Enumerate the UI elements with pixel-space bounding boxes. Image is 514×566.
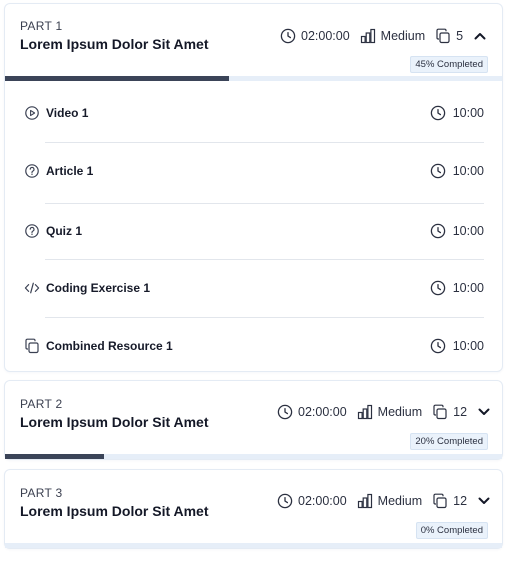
part-title: Lorem Ipsum Dolor Sit Amet [20, 503, 209, 519]
part-items: Video 1 10:00 Article 1 10:00 Quiz 1 10:… [5, 84, 502, 375]
completion-badge: 20% Completed [410, 433, 488, 450]
item-duration: 10:00 [452, 339, 484, 353]
item-label: Coding Exercise 1 [46, 281, 151, 295]
part-label: PART 3 [20, 486, 63, 500]
part-duration: 02:00:00 [298, 494, 347, 508]
item-duration: 10:00 [452, 106, 484, 120]
copy-icon [435, 28, 451, 44]
copy-icon [432, 493, 448, 509]
clock-icon [430, 105, 446, 121]
item-duration: 10:00 [452, 224, 484, 238]
clock-icon [280, 28, 296, 44]
progress-fill [5, 76, 229, 81]
question-circle-icon [24, 223, 40, 239]
part-label: PART 1 [20, 19, 63, 33]
clock-icon [277, 493, 293, 509]
item-label: Article 1 [46, 164, 94, 178]
progress-fill [5, 454, 105, 459]
chevron-down-icon[interactable] [477, 405, 491, 419]
copy-icon [24, 338, 40, 354]
list-item-combined-resource[interactable]: Combined Resource 1 10:00 [5, 317, 502, 375]
part-meta: 02:00:00 Medium 12 [277, 402, 491, 422]
play-circle-icon [24, 105, 40, 121]
clock-icon [430, 338, 446, 354]
clock-icon [430, 163, 446, 179]
item-label: Video 1 [46, 106, 89, 120]
item-duration: 10:00 [452, 164, 484, 178]
part-label: PART 2 [20, 397, 63, 411]
list-item-quiz[interactable]: Quiz 1 10:00 [5, 203, 502, 259]
part-resource-count: 12 [453, 494, 468, 508]
part-card-3: PART 3 Lorem Ipsum Dolor Sit Amet 02:00:… [4, 469, 503, 549]
part-difficulty: Medium [380, 29, 426, 43]
completion-badge: 45% Completed [410, 56, 488, 73]
part-header-1[interactable]: PART 1 Lorem Ipsum Dolor Sit Amet 02:00:… [5, 4, 502, 84]
part-meta: 02:00:00 Medium 5 [280, 26, 487, 46]
completion-badge: 0% Completed [415, 522, 488, 539]
progress-bar [5, 76, 502, 81]
item-duration: 10:00 [452, 281, 484, 295]
part-title: Lorem Ipsum Dolor Sit Amet [20, 36, 209, 52]
part-card-1: PART 1 Lorem Ipsum Dolor Sit Amet 02:00:… [4, 3, 503, 372]
clock-icon [277, 404, 293, 420]
copy-icon [432, 404, 448, 420]
list-item-article[interactable]: Article 1 10:00 [5, 142, 502, 200]
part-difficulty: Medium [377, 405, 423, 419]
part-duration: 02:00:00 [298, 405, 347, 419]
part-meta: 02:00:00 Medium 12 [277, 491, 491, 511]
list-item-video[interactable]: Video 1 10:00 [5, 84, 502, 142]
part-duration: 02:00:00 [301, 29, 350, 43]
part-resource-count: 12 [453, 405, 468, 419]
clock-icon [430, 280, 446, 296]
question-circle-icon [24, 163, 40, 179]
difficulty-bars-icon [360, 28, 376, 44]
part-header-3[interactable]: PART 3 Lorem Ipsum Dolor Sit Amet 02:00:… [5, 470, 502, 550]
part-difficulty: Medium [377, 494, 423, 508]
item-label: Quiz 1 [46, 224, 83, 238]
part-resource-count: 5 [456, 29, 464, 43]
clock-icon [430, 223, 446, 239]
difficulty-bars-icon [357, 404, 373, 420]
chevron-up-icon[interactable] [473, 29, 487, 43]
item-label: Combined Resource 1 [46, 339, 173, 353]
code-icon [24, 280, 40, 296]
part-header-2[interactable]: PART 2 Lorem Ipsum Dolor Sit Amet 02:00:… [5, 381, 502, 461]
part-title: Lorem Ipsum Dolor Sit Amet [20, 414, 209, 430]
part-card-2: PART 2 Lorem Ipsum Dolor Sit Amet 02:00:… [4, 380, 503, 460]
chevron-down-icon[interactable] [477, 494, 491, 508]
difficulty-bars-icon [357, 493, 373, 509]
list-item-coding[interactable]: Coding Exercise 1 10:00 [5, 259, 502, 317]
progress-bar [5, 543, 502, 548]
progress-bar [5, 454, 502, 459]
